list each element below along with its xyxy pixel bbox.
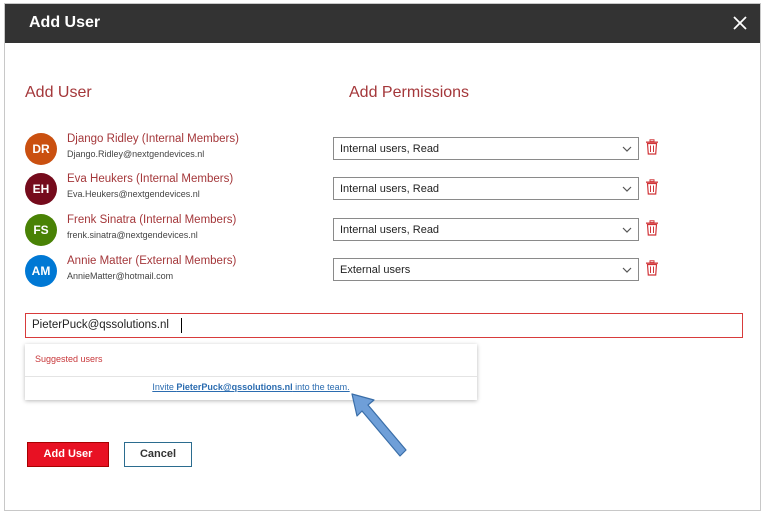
avatar: DR xyxy=(25,133,57,165)
add-user-button[interactable]: Add User xyxy=(27,442,109,467)
invite-suffix: into the team. xyxy=(292,382,350,392)
dialog-title: Add User xyxy=(29,14,101,31)
trash-icon[interactable] xyxy=(645,179,659,195)
add-permissions-heading: Add Permissions xyxy=(349,84,470,101)
user-email: frenk.sinatra@nextgendevices.nl xyxy=(67,230,198,240)
user-email: AnnieMatter@hotmail.com xyxy=(67,271,174,281)
invite-email: PieterPuck@qssolutions.nl xyxy=(176,382,293,392)
add-user-dialog: Add User Add User Add Permissions DR Dja… xyxy=(4,3,761,511)
user-row: AM Annie Matter (External Members) Annie… xyxy=(25,254,345,288)
permission-value: External users xyxy=(340,264,411,276)
trash-icon[interactable] xyxy=(645,220,659,236)
user-search-input[interactable]: PieterPuck@qssolutions.nl xyxy=(25,313,743,338)
user-row: FS Frenk Sinatra (Internal Members) fren… xyxy=(25,213,345,247)
chevron-down-icon xyxy=(622,146,632,152)
user-name: Frenk Sinatra (Internal Members) xyxy=(67,214,237,226)
divider xyxy=(25,376,477,377)
user-row: DR Django Ridley (Internal Members) Djan… xyxy=(25,132,345,166)
trash-icon[interactable] xyxy=(645,260,659,276)
permission-dropdown[interactable]: External users xyxy=(333,258,639,281)
cancel-button[interactable]: Cancel xyxy=(124,442,192,467)
user-email: Django.Ridley@nextgendevices.nl xyxy=(67,149,205,159)
search-value: PieterPuck@qssolutions.nl xyxy=(32,319,169,331)
suggested-users-heading: Suggested users xyxy=(35,354,103,364)
chevron-down-icon xyxy=(622,227,632,233)
close-icon[interactable] xyxy=(730,13,750,33)
permission-dropdown[interactable]: Internal users, Read xyxy=(333,218,639,241)
permission-value: Internal users, Read xyxy=(340,143,440,155)
user-name: Eva Heukers (Internal Members) xyxy=(67,173,234,185)
chevron-down-icon xyxy=(622,186,632,192)
chevron-down-icon xyxy=(622,267,632,273)
invite-prefix: Invite xyxy=(152,382,177,392)
user-name: Annie Matter (External Members) xyxy=(67,255,237,267)
user-row: EH Eva Heukers (Internal Members) Eva.He… xyxy=(25,172,345,206)
invite-user-link[interactable]: Invite PieterPuck@qssolutions.nl into th… xyxy=(25,382,477,392)
permission-dropdown[interactable]: Internal users, Read xyxy=(333,137,639,160)
avatar: FS xyxy=(25,214,57,246)
avatar: AM xyxy=(25,255,57,287)
permission-value: Internal users, Read xyxy=(340,224,440,236)
user-email: Eva.Heukers@nextgendevices.nl xyxy=(67,189,200,199)
avatar: EH xyxy=(25,173,57,205)
user-name: Django Ridley (Internal Members) xyxy=(67,133,239,145)
text-caret xyxy=(181,318,182,333)
dialog-title-bar: Add User xyxy=(5,4,760,43)
permission-dropdown[interactable]: Internal users, Read xyxy=(333,177,639,200)
permission-value: Internal users, Read xyxy=(340,183,440,195)
trash-icon[interactable] xyxy=(645,139,659,155)
add-user-heading: Add User xyxy=(25,84,92,101)
annotation-arrow-icon xyxy=(351,393,407,457)
